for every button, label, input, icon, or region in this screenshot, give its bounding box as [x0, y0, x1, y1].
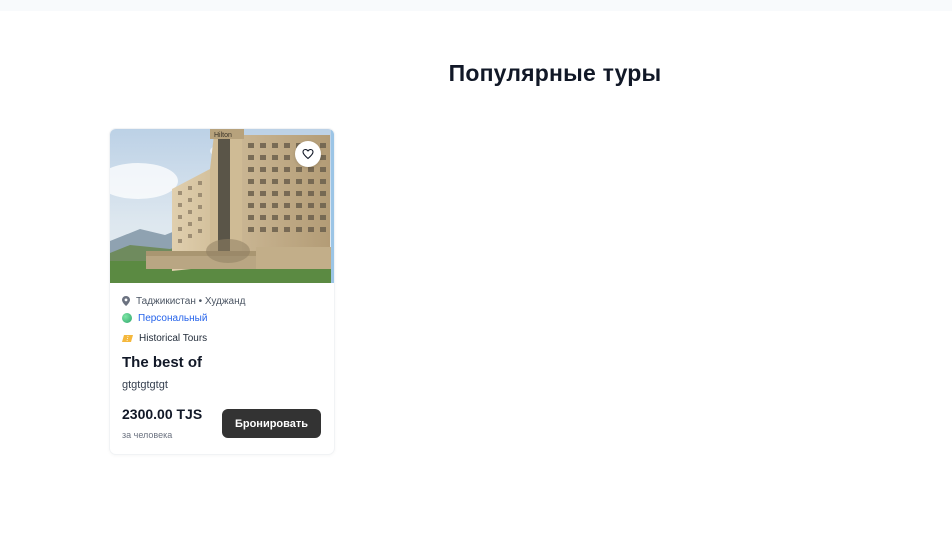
location-pin-icon — [122, 296, 130, 306]
tour-type-text: Персональный — [138, 312, 208, 324]
tour-price: 2300.00 TJS — [122, 406, 203, 422]
hotel-sign: Hilton — [214, 132, 232, 139]
section-title: Популярные туры — [448, 60, 662, 86]
tour-description: gtgtgtgtgt — [122, 379, 168, 391]
location-text: Таджикистан • Худжанд — [136, 295, 246, 307]
location-row: Таджикистан • Худжанд — [122, 294, 322, 308]
book-button[interactable]: Бронировать — [222, 409, 321, 438]
tour-card[interactable]: Hilton Таджикистан • Худжанд Персональны… — [110, 129, 334, 454]
globe-icon — [122, 313, 132, 323]
category-text: Historical Tours — [139, 332, 208, 344]
favorite-button[interactable] — [295, 141, 321, 167]
tour-title[interactable]: The best of — [122, 354, 322, 371]
tour-info: Таджикистан • Худжанд Персональный Histo… — [122, 294, 322, 391]
ticket-icon — [122, 334, 133, 343]
top-strip — [0, 0, 952, 11]
price-unit: за человека — [122, 430, 173, 440]
heart-icon — [302, 148, 314, 160]
category-row: Historical Tours — [122, 331, 322, 345]
tour-type-row: Персональный — [122, 311, 322, 325]
